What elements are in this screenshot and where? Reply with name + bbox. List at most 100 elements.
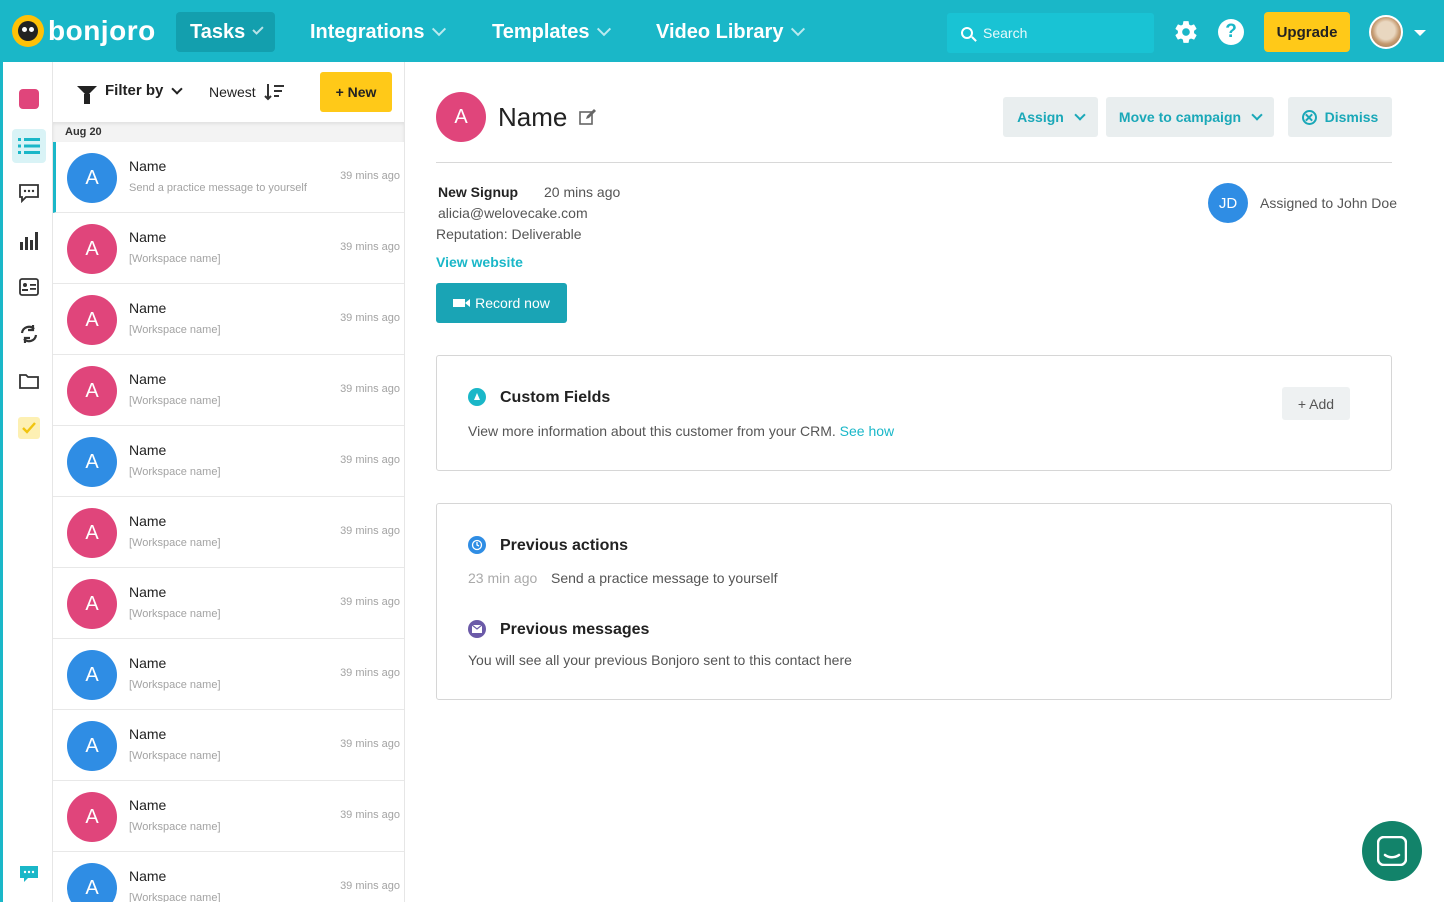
rail-record[interactable] — [12, 82, 46, 116]
rail-contacts[interactable] — [12, 270, 46, 304]
filter-dropdown[interactable]: Filter by — [77, 82, 184, 104]
task-name: Name — [129, 513, 167, 529]
move-to-campaign-button[interactable]: Move to campaign — [1106, 97, 1274, 137]
task-name: Name — [129, 229, 167, 245]
nav-video-library[interactable]: Video Library — [642, 12, 817, 52]
dismiss-label: Dismiss — [1324, 109, 1379, 125]
task-subtitle: Send a practice message to yourself — [129, 182, 307, 194]
rail-checklist[interactable] — [12, 411, 46, 445]
see-how-link[interactable]: See how — [840, 423, 894, 439]
left-rail — [0, 62, 53, 902]
close-circle-icon — [1301, 109, 1317, 125]
custom-fields-icon — [468, 388, 486, 406]
sort-label: Newest — [209, 84, 256, 100]
search-box — [947, 13, 1154, 53]
nav-integrations[interactable]: Integrations — [296, 12, 458, 52]
caret-down-icon[interactable] — [1414, 30, 1426, 36]
task-avatar: A — [67, 579, 117, 629]
task-list-panel: Filter by Newest + New Aug 20 A Name Send … — [53, 62, 405, 902]
task-subtitle: [Workspace name] — [129, 466, 221, 478]
edit-name-button[interactable] — [579, 108, 597, 131]
nav-templates[interactable]: Templates — [478, 12, 623, 52]
task-subtitle: [Workspace name] — [129, 750, 221, 762]
upgrade-button[interactable]: Upgrade — [1264, 12, 1350, 52]
top-navigation: bonjoro Tasks Integrations Templates Vid… — [0, 0, 1444, 62]
task-subtitle: [Workspace name] — [129, 892, 221, 902]
add-custom-field-button[interactable]: + Add — [1282, 387, 1350, 420]
previous-actions-title: Previous actions — [500, 537, 629, 554]
user-avatar[interactable] — [1369, 15, 1403, 49]
task-row[interactable]: A Name [Workspace name] 39 mins ago — [53, 213, 404, 284]
task-row[interactable]: A Name [Workspace name] 39 mins ago — [53, 710, 404, 781]
rail-integrations[interactable] — [12, 317, 46, 351]
task-time: 39 mins ago — [340, 170, 400, 182]
task-row[interactable]: A Name [Workspace name] 39 mins ago — [53, 781, 404, 852]
task-time: 39 mins ago — [340, 809, 400, 821]
search-icon — [961, 27, 973, 39]
task-avatar: A — [67, 224, 117, 274]
new-task-button[interactable]: + New — [320, 72, 392, 112]
assignee-avatar: JD — [1208, 183, 1248, 223]
sort-toggle[interactable]: Newest — [209, 83, 284, 101]
email-reputation: Reputation: Deliverable — [436, 226, 582, 242]
bonjoro-logo-icon — [12, 15, 44, 47]
video-camera-icon — [453, 299, 471, 307]
rail-support-chat[interactable] — [12, 857, 46, 891]
rail-analytics[interactable] — [12, 223, 46, 257]
record-now-button[interactable]: Record now — [436, 283, 567, 323]
chart-icon — [20, 232, 38, 250]
message-icon — [20, 866, 38, 882]
nav-templates-label: Templates — [492, 20, 590, 43]
task-row[interactable]: A Name [Workspace name] 39 mins ago — [53, 497, 404, 568]
previous-messages-text: You will see all your previous Bonjoro s… — [468, 652, 852, 668]
task-detail: A Name Assign Move to campaign Dismiss N… — [405, 62, 1444, 902]
list-icon — [18, 138, 40, 154]
dismiss-button[interactable]: Dismiss — [1288, 97, 1392, 137]
task-name: Name — [129, 868, 167, 884]
nav-video-library-label: Video Library — [656, 20, 784, 43]
task-row[interactable]: A Name [Workspace name] 39 mins ago — [53, 355, 404, 426]
task-row[interactable]: A Name [Workspace name] 39 mins ago — [53, 852, 404, 902]
chevron-down-icon — [1251, 108, 1263, 121]
task-row[interactable]: A Name [Workspace name] 39 mins ago — [53, 284, 404, 355]
task-row[interactable]: A Name [Workspace name] 39 mins ago — [53, 568, 404, 639]
chevron-down-icon — [171, 82, 184, 95]
task-avatar: A — [67, 366, 117, 416]
custom-fields-title: Custom Fields — [500, 389, 611, 406]
rail-messages[interactable] — [12, 176, 46, 210]
envelope-icon — [468, 620, 486, 638]
task-avatar: A — [67, 721, 117, 771]
nav-tasks[interactable]: Tasks — [176, 12, 275, 52]
task-subtitle: [Workspace name] — [129, 679, 221, 691]
task-avatar: A — [67, 650, 117, 700]
clock-icon — [468, 536, 486, 554]
search-input[interactable] — [983, 25, 1143, 41]
record-label: Record now — [475, 295, 550, 311]
previous-action-time: 23 min ago — [468, 570, 538, 586]
task-time: 39 mins ago — [340, 667, 400, 679]
view-website-link[interactable]: View website — [436, 254, 523, 270]
task-avatar: A — [67, 153, 117, 203]
task-name: Name — [129, 300, 167, 316]
task-avatar: A — [67, 295, 117, 345]
task-avatar: A — [67, 437, 117, 487]
logo[interactable]: bonjoro — [12, 14, 156, 48]
task-row[interactable]: A Name Send a practice message to yourself… — [53, 142, 404, 213]
help-button[interactable]: ? — [1218, 19, 1244, 45]
rail-library[interactable] — [12, 364, 46, 398]
date-group-header: Aug 20 — [53, 122, 404, 142]
task-row[interactable]: A Name [Workspace name] 39 mins ago — [53, 639, 404, 710]
task-row[interactable]: A Name [Workspace name] 39 mins ago — [53, 426, 404, 497]
custom-fields-description: View more information about this custome… — [468, 423, 836, 439]
chevron-down-icon — [1074, 108, 1086, 121]
assign-button[interactable]: Assign — [1003, 97, 1098, 137]
contact-avatar: A — [436, 92, 486, 142]
rail-tasks-list[interactable] — [12, 129, 46, 163]
task-name: Name — [129, 655, 167, 671]
settings-button[interactable] — [1173, 19, 1199, 45]
sync-icon — [20, 325, 38, 343]
live-chat-button[interactable] — [1362, 821, 1422, 881]
task-subtitle: [Workspace name] — [129, 821, 221, 833]
filter-label: Filter by — [105, 82, 164, 99]
filter-icon — [77, 85, 97, 104]
